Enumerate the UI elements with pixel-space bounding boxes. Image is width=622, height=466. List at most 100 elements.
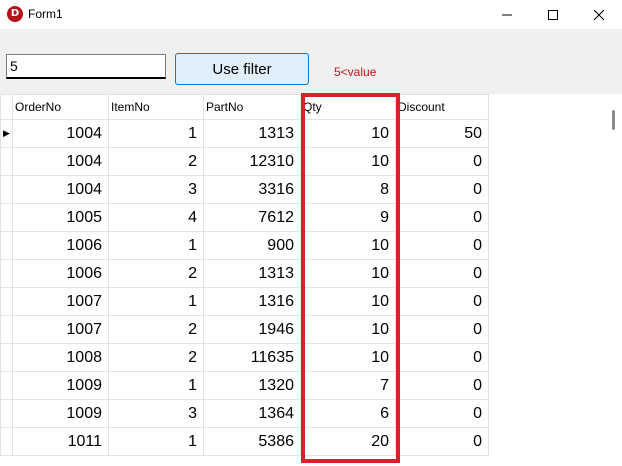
row-indicator[interactable] [0,315,13,344]
table-cell[interactable]: 1008 [12,343,109,372]
table-cell[interactable]: 1 [108,119,204,148]
table-cell[interactable]: 1004 [12,147,109,176]
row-indicator[interactable] [0,203,13,232]
table-cell[interactable]: 1316 [203,287,301,316]
row-indicator[interactable] [0,231,13,260]
table-cell[interactable]: 1007 [12,315,109,344]
table-cell[interactable]: 1006 [12,259,109,288]
table-cell[interactable]: 0 [395,147,489,176]
table-cell[interactable]: 10 [300,287,396,316]
table-cell[interactable]: 0 [395,287,489,316]
data-grid[interactable]: OrderNo ItemNo PartNo Qty Discount ▶ 1004… [0,94,622,466]
vertical-scrollbar[interactable] [605,94,622,466]
table-cell[interactable]: 10 [300,231,396,260]
table-cell[interactable]: 0 [395,203,489,232]
title-bar: D Form1 [0,0,622,29]
table-cell[interactable]: 1011 [12,427,109,456]
table-cell[interactable]: 0 [395,371,489,400]
table-cell[interactable]: 50 [395,119,489,148]
table-cell[interactable]: 900 [203,231,301,260]
row-indicator[interactable] [0,371,13,400]
table-row[interactable]: 1005 4 7612 9 0 [0,203,489,232]
table-cell[interactable]: 0 [395,427,489,456]
row-indicator[interactable] [0,343,13,372]
column-header[interactable]: ItemNo [108,94,204,120]
table-cell[interactable]: 0 [395,259,489,288]
table-row[interactable]: 1004 3 3316 8 0 [0,175,489,204]
table-cell[interactable]: 3 [108,175,204,204]
column-header[interactable]: Qty [300,94,396,120]
table-cell[interactable]: 10 [300,259,396,288]
table-cell[interactable]: 1 [108,371,204,400]
column-header[interactable]: Discount [395,94,489,120]
table-cell[interactable]: 0 [395,231,489,260]
table-cell[interactable]: 12310 [203,147,301,176]
table-cell[interactable]: 1946 [203,315,301,344]
table-cell[interactable]: 0 [395,175,489,204]
table-row[interactable]: 1007 2 1946 10 0 [0,315,489,344]
table-cell[interactable]: 8 [300,175,396,204]
row-indicator[interactable] [0,259,13,288]
row-indicator-header [0,94,13,120]
table-cell[interactable]: 1006 [12,231,109,260]
column-header[interactable]: OrderNo [12,94,109,120]
table-cell[interactable]: 2 [108,259,204,288]
column-header[interactable]: PartNo [203,94,301,120]
row-indicator[interactable] [0,287,13,316]
table-cell[interactable]: 7 [300,371,396,400]
table-row[interactable]: 1006 2 1313 10 0 [0,259,489,288]
table-cell[interactable]: 1313 [203,259,301,288]
table-cell[interactable]: 11635 [203,343,301,372]
table-row[interactable]: 1009 3 1364 6 0 [0,399,489,428]
scrollbar-thumb[interactable] [612,110,615,130]
filter-input[interactable] [6,54,166,79]
table-cell[interactable]: 1009 [12,371,109,400]
table-row[interactable]: 1004 2 12310 10 0 [0,147,489,176]
table-cell[interactable]: 0 [395,315,489,344]
row-indicator[interactable] [0,147,13,176]
table-cell[interactable]: 10 [300,119,396,148]
table-cell[interactable]: 2 [108,343,204,372]
table-cell[interactable]: 3316 [203,175,301,204]
table-cell[interactable]: 1313 [203,119,301,148]
table-cell[interactable]: 20 [300,427,396,456]
table-cell[interactable]: 2 [108,147,204,176]
table-cell[interactable]: 1320 [203,371,301,400]
table-cell[interactable]: 1005 [12,203,109,232]
table-cell[interactable]: 1004 [12,175,109,204]
maximize-button[interactable] [530,0,576,29]
grid-table: OrderNo ItemNo PartNo Qty Discount ▶ 1004… [0,94,489,456]
table-row[interactable]: 1009 1 1320 7 0 [0,371,489,400]
row-indicator[interactable]: ▶ [0,119,13,148]
table-cell[interactable]: 6 [300,399,396,428]
row-indicator[interactable] [0,175,13,204]
table-cell[interactable]: 2 [108,315,204,344]
row-indicator[interactable] [0,399,13,428]
table-row[interactable]: 1007 1 1316 10 0 [0,287,489,316]
table-cell[interactable]: 10 [300,315,396,344]
table-row[interactable]: ▶ 1004 1 1313 10 50 [0,119,489,148]
table-cell[interactable]: 4 [108,203,204,232]
table-cell[interactable]: 0 [395,343,489,372]
table-cell[interactable]: 1364 [203,399,301,428]
table-cell[interactable]: 1 [108,231,204,260]
table-row[interactable]: 1008 2 11635 10 0 [0,343,489,372]
table-cell[interactable]: 1009 [12,399,109,428]
row-indicator[interactable] [0,427,13,456]
table-row[interactable]: 1011 1 5386 20 0 [0,427,489,456]
table-cell[interactable]: 10 [300,147,396,176]
table-cell[interactable]: 1 [108,427,204,456]
table-row[interactable]: 1006 1 900 10 0 [0,231,489,260]
table-cell[interactable]: 5386 [203,427,301,456]
close-button[interactable] [576,0,622,29]
table-cell[interactable]: 3 [108,399,204,428]
table-cell[interactable]: 1007 [12,287,109,316]
table-cell[interactable]: 0 [395,399,489,428]
minimize-button[interactable] [484,0,530,29]
table-cell[interactable]: 1004 [12,119,109,148]
use-filter-button[interactable]: Use filter [175,53,309,85]
table-cell[interactable]: 9 [300,203,396,232]
table-cell[interactable]: 7612 [203,203,301,232]
table-cell[interactable]: 10 [300,343,396,372]
table-cell[interactable]: 1 [108,287,204,316]
